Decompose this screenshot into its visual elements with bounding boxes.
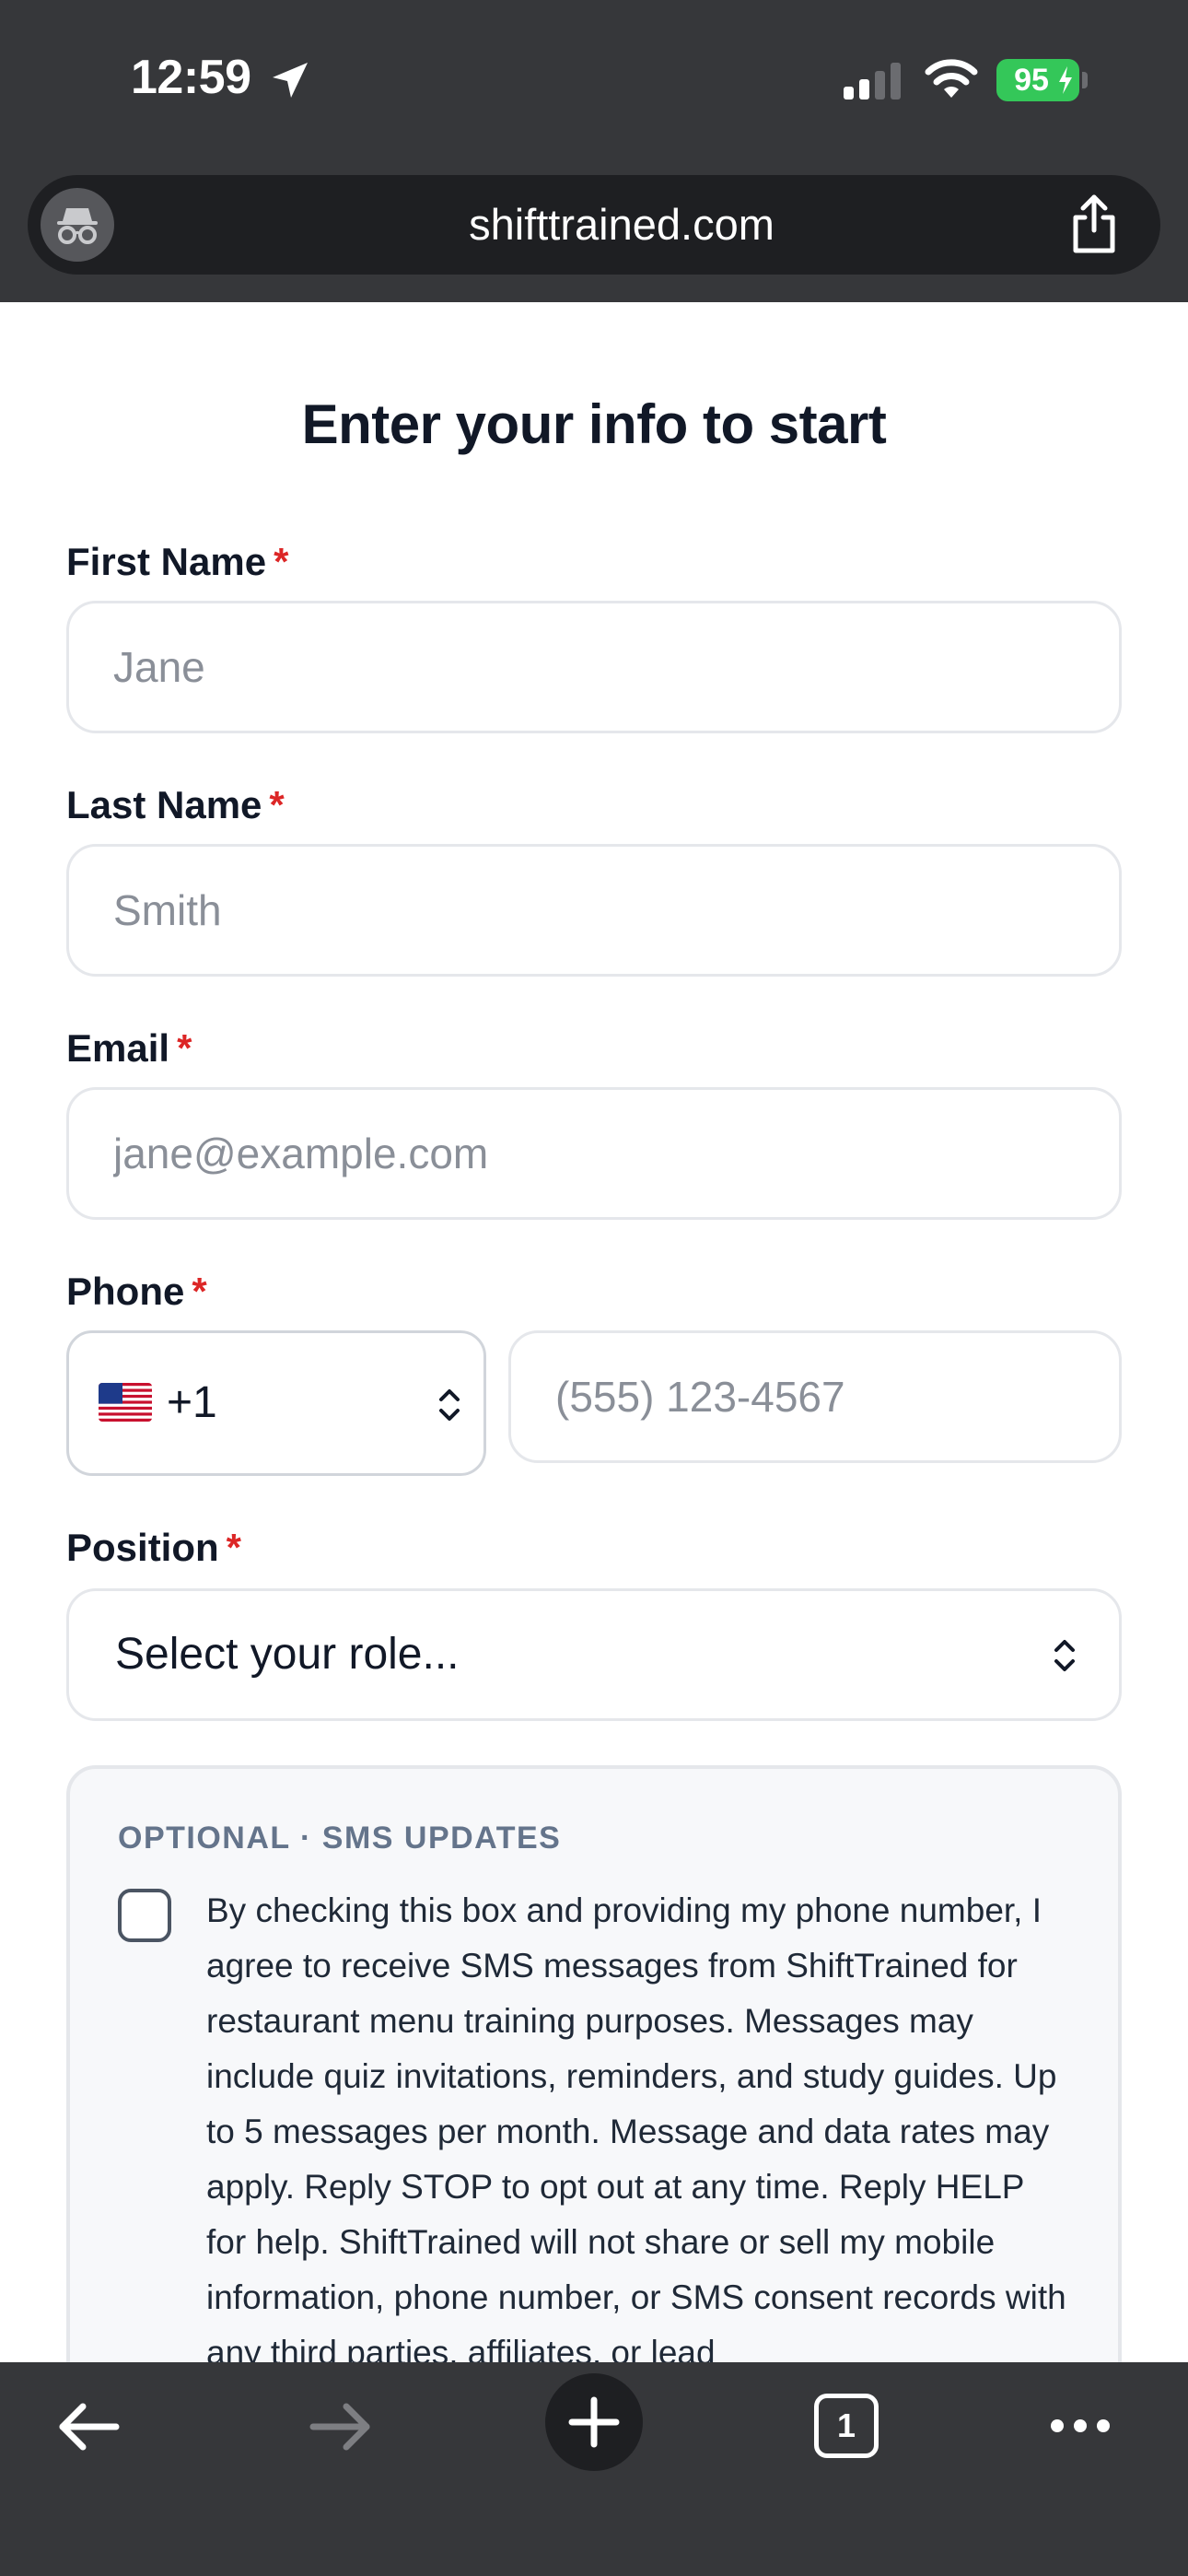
- battery-level: 95: [1014, 63, 1049, 98]
- charging-bolt-icon: [1059, 66, 1072, 94]
- position-label-text: Position: [66, 1526, 219, 1569]
- required-asterisk: *: [177, 1026, 192, 1070]
- battery-icon: 95: [996, 59, 1079, 101]
- address-bar[interactable]: shifttrained.com: [28, 175, 1160, 275]
- required-asterisk: *: [192, 1270, 207, 1313]
- email-label: Email *: [66, 1026, 192, 1071]
- country-code-select[interactable]: +1: [66, 1330, 486, 1476]
- position-label: Position *: [66, 1526, 241, 1570]
- required-asterisk: *: [269, 783, 285, 826]
- email-label-text: Email: [66, 1026, 170, 1070]
- first-name-label-text: First Name: [66, 540, 267, 583]
- position-select-value: Select your role...: [115, 1630, 460, 1679]
- sms-heading: OPTIONAL · SMS UPDATES: [118, 1821, 562, 1856]
- first-name-label: First Name *: [66, 540, 288, 584]
- sms-consent-checkbox[interactable]: [118, 1889, 171, 1942]
- chevron-updown-icon: [1054, 1640, 1075, 1671]
- share-icon[interactable]: [1065, 193, 1124, 256]
- wifi-icon: [925, 59, 978, 98]
- chevron-updown-icon: [439, 1389, 460, 1421]
- first-name-input[interactable]: [66, 601, 1122, 733]
- required-asterisk: *: [226, 1526, 242, 1569]
- url-text[interactable]: shifttrained.com: [212, 175, 1031, 275]
- battery-cap: [1082, 72, 1088, 88]
- position-select[interactable]: Select your role...: [66, 1588, 1122, 1721]
- plus-icon: [568, 2396, 620, 2448]
- signal-icon: [844, 63, 901, 100]
- browser-top-chrome: 12:59 95 shifttrained.com: [0, 0, 1188, 302]
- last-name-input[interactable]: [66, 844, 1122, 977]
- last-name-label-text: Last Name: [66, 783, 262, 826]
- phone-label: Phone *: [66, 1270, 207, 1314]
- back-arrow-icon[interactable]: [55, 2399, 122, 2454]
- country-code-value: +1: [167, 1378, 217, 1427]
- required-asterisk: *: [274, 540, 289, 583]
- incognito-icon[interactable]: [41, 188, 114, 262]
- location-arrow-icon: [273, 63, 308, 98]
- new-tab-button[interactable]: [545, 2373, 643, 2471]
- email-input[interactable]: [66, 1087, 1122, 1220]
- forward-arrow-icon[interactable]: [308, 2399, 374, 2454]
- last-name-label: Last Name *: [66, 783, 285, 827]
- sms-consent-text: By checking this box and providing my ph…: [206, 1891, 1066, 2371]
- status-time: 12:59: [131, 51, 251, 104]
- us-flag-icon: [99, 1383, 152, 1422]
- tabs-button[interactable]: 1: [814, 2394, 879, 2458]
- page-title: Enter your info to start: [301, 393, 887, 455]
- browser-bottom-toolbar: 1: [0, 2362, 1188, 2576]
- more-icon[interactable]: [1048, 2414, 1112, 2438]
- phone-input[interactable]: [508, 1330, 1122, 1463]
- phone-label-text: Phone: [66, 1270, 185, 1313]
